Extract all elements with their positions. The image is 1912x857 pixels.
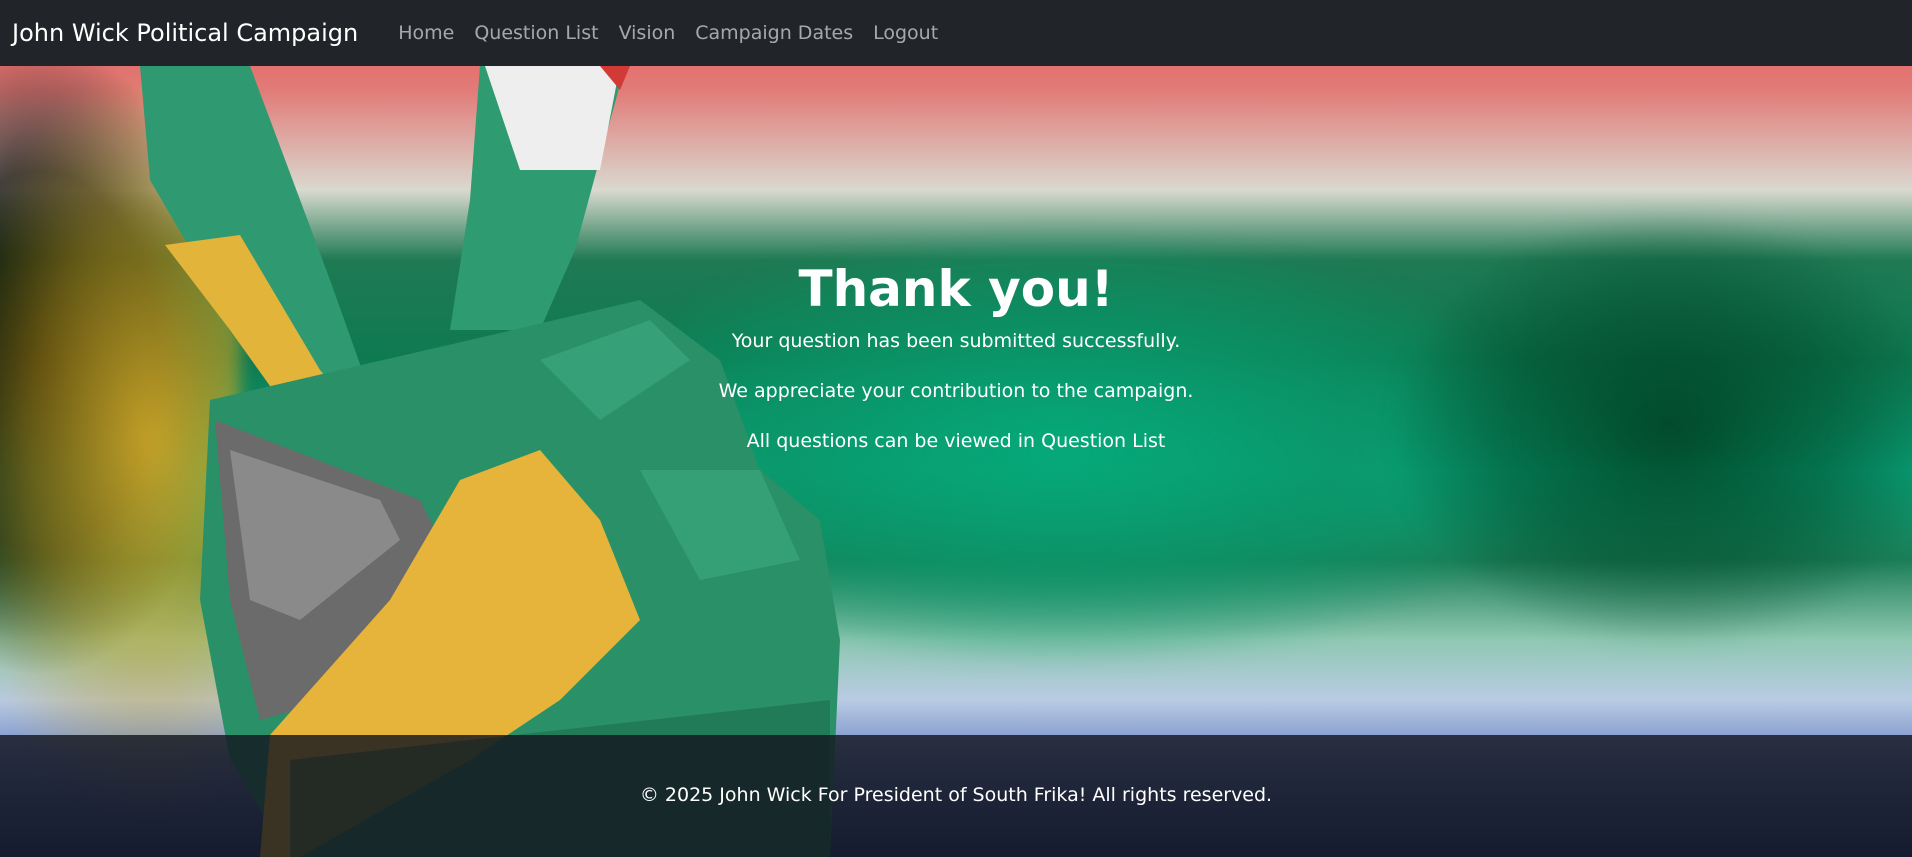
submitted-text: Your question has been submitted success… (731, 330, 1181, 352)
nav-link-campaign-dates[interactable]: Campaign Dates (685, 22, 863, 44)
appreciation-text: We appreciate your contribution to the c… (718, 380, 1194, 402)
copyright-text: © 2025 John Wick For President of South … (639, 784, 1273, 806)
nav-link-vision[interactable]: Vision (609, 22, 686, 44)
top-navbar: John Wick Political Campaign Home Questi… (0, 0, 1912, 66)
page-title: Thank you! (798, 260, 1114, 318)
thank-you-message: Thank you! Your question has been submit… (0, 250, 1912, 480)
nav-links: Home Question List Vision Campaign Dates… (388, 22, 948, 44)
question-list-note: All questions can be viewed in Question … (746, 430, 1166, 452)
nav-link-logout[interactable]: Logout (863, 22, 948, 44)
nav-link-question-list[interactable]: Question List (464, 22, 608, 44)
brand-link[interactable]: John Wick Political Campaign (12, 19, 358, 47)
nav-link-home[interactable]: Home (388, 22, 464, 44)
footer: © 2025 John Wick For President of South … (0, 735, 1912, 857)
page: John Wick Political Campaign Home Questi… (0, 0, 1912, 857)
